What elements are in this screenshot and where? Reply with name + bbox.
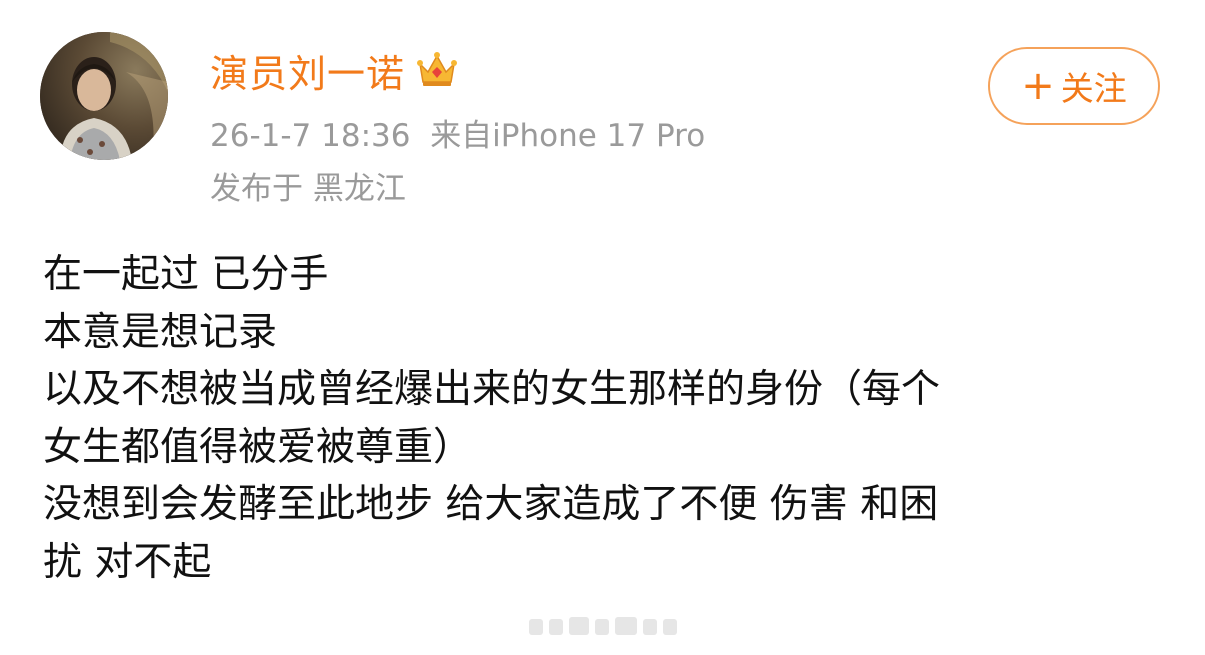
post-line: 本意是想记录 xyxy=(43,309,278,355)
author-name[interactable]: 演员刘一诺 xyxy=(210,43,405,98)
plus-icon: + xyxy=(1021,63,1055,109)
post-line: 以及不想被当成曾经爆出来的女生那样的身份（每个 xyxy=(43,367,941,412)
crown-icon xyxy=(415,48,459,92)
watermark xyxy=(525,613,685,641)
author-header: 演员刘一诺 xyxy=(210,40,459,100)
post-location: 发布于 黑龙江 xyxy=(210,171,406,207)
timestamp: 26-1-7 18:36 xyxy=(210,118,411,154)
post-line: 在一起过 已分手 xyxy=(43,252,329,297)
avatar[interactable] xyxy=(40,32,168,160)
follow-button-label: 关注 xyxy=(1060,69,1127,108)
post-content: 在一起过 已分手 本意是想记录 以及不想被当成曾经爆出来的女生那样的身份（每个 … xyxy=(43,246,1163,591)
post-source: 来自iPhone 17 Pro xyxy=(430,118,706,154)
post-line: 女生都值得被爱被尊重） xyxy=(43,424,473,470)
avatar-portrait xyxy=(40,32,168,160)
post-line: 没想到会发酵至此地步 给大家造成了不便 伤害 和困 xyxy=(43,482,939,527)
follow-button[interactable]: + 关注 xyxy=(988,47,1160,125)
post-meta: 26-1-7 18:36 来自iPhone 17 Pro xyxy=(210,110,705,155)
post-line: 扰 对不起 xyxy=(43,539,212,585)
